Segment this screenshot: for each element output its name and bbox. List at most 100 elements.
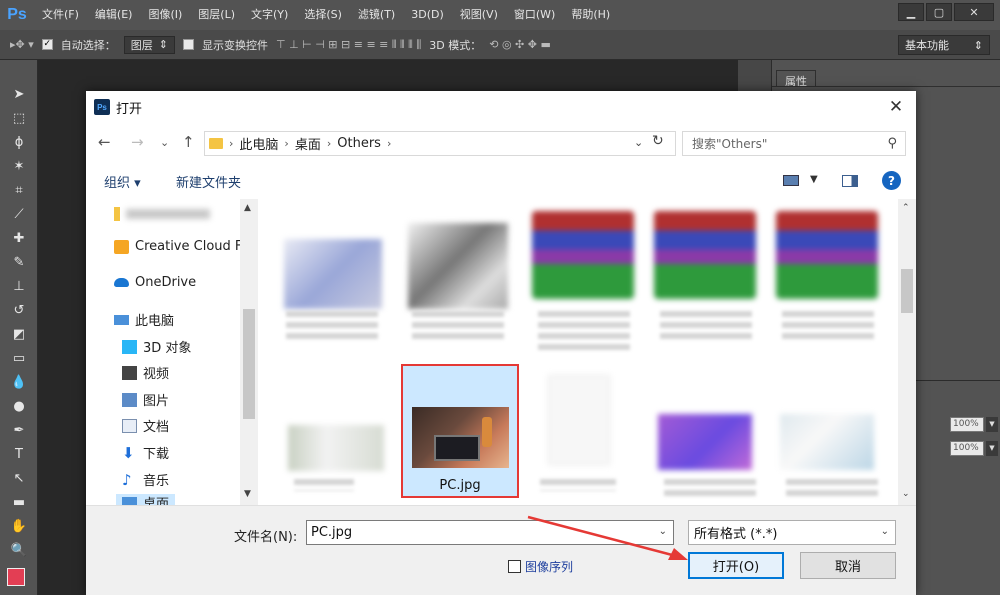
chevron-down-icon[interactable]: ▼ (986, 417, 998, 432)
menu-help[interactable]: 帮助(H) (563, 0, 618, 30)
archive-file-icon[interactable] (532, 211, 634, 299)
image-sequence-option[interactable]: 图像序列 (508, 558, 573, 575)
file-thumbnail-blurred[interactable] (658, 414, 752, 470)
dodge-tool-icon[interactable]: ● (0, 394, 38, 418)
archive-file-icon[interactable] (654, 211, 756, 299)
view-mode-icon[interactable] (783, 175, 799, 186)
nav-item-onedrive[interactable]: OneDrive (114, 275, 196, 290)
address-bar[interactable]: › 此电脑 › 桌面 › Others › (204, 131, 676, 156)
breadcrumb-separator-icon[interactable]: › (327, 137, 331, 150)
menu-filter[interactable]: 滤镜(T) (350, 0, 403, 30)
move-tool-icon[interactable]: ➤ (0, 82, 38, 106)
document-file-icon[interactable] (548, 375, 610, 465)
file-list-scroll-thumb[interactable] (901, 269, 913, 313)
menu-window[interactable]: 窗口(W) (506, 0, 563, 30)
file-thumbnail-blurred[interactable] (288, 425, 384, 471)
restore-button[interactable]: ▢ (926, 3, 952, 21)
menu-edit[interactable]: 编辑(E) (87, 0, 141, 30)
help-icon[interactable]: ? (882, 171, 901, 190)
menu-3d[interactable]: 3D(D) (403, 0, 452, 30)
menu-type[interactable]: 文字(Y) (243, 0, 296, 30)
file-thumbnail-blurred[interactable] (284, 239, 382, 309)
breadcrumb-separator-icon[interactable]: › (387, 137, 391, 150)
3d-mode-icons[interactable]: ⟲ ◎ ✣ ✥ ▬ (489, 38, 551, 51)
nav-item-3d-objects[interactable]: 3D 对象 (122, 337, 191, 356)
healing-brush-icon[interactable]: ✚ (0, 226, 38, 250)
nav-item-desktop[interactable]: 桌面 (116, 494, 176, 505)
nav-item-downloads[interactable]: ⬇ 下载 (122, 443, 169, 462)
nav-item-music[interactable]: ♪ 音乐 (122, 470, 169, 489)
archive-file-icon[interactable] (776, 211, 878, 299)
eyedropper-icon[interactable]: ⟋ (0, 202, 38, 226)
address-dropdown-icon[interactable]: ⌄ (634, 136, 643, 149)
chevron-down-icon[interactable]: ▼ (986, 441, 998, 456)
preview-pane-icon[interactable] (842, 175, 858, 187)
fill-field[interactable]: 100% (950, 441, 984, 456)
nav-item-documents[interactable]: 文档 (122, 416, 169, 435)
file-thumbnail-blurred[interactable] (780, 414, 874, 470)
brush-tool-icon[interactable]: ✎ (0, 250, 38, 274)
align-icons[interactable]: ⊤ ⊥ ⊢ ⊣ ⊞ ⊟ ≡ ≡ ≡ ⫴ ⫴ ⫴ ⫼ (276, 38, 421, 52)
nav-item-pictures[interactable]: 图片 (122, 390, 169, 409)
refresh-icon[interactable]: ↻ (652, 133, 664, 149)
view-dropdown-icon[interactable]: ▼ (810, 174, 818, 185)
close-window-button[interactable]: ✕ (954, 3, 994, 21)
history-brush-icon[interactable]: ↺ (0, 298, 38, 322)
minimize-button[interactable]: ▁ (898, 3, 924, 21)
crop-tool-icon[interactable]: ⌗ (0, 178, 38, 202)
breadcrumb-this-pc[interactable]: 此电脑 (239, 134, 278, 153)
chevron-down-icon[interactable]: ⌄ (659, 526, 667, 537)
filename-input[interactable]: PC.jpg ⌄ (306, 520, 674, 545)
auto-select-checkbox[interactable]: ✓ (41, 39, 53, 50)
foreground-color-swatch[interactable] (7, 568, 25, 586)
close-icon[interactable]: ✕ (886, 97, 906, 117)
file-thumbnail-blurred[interactable] (408, 223, 508, 309)
new-folder-button[interactable]: 新建文件夹 (176, 172, 241, 191)
type-tool-icon[interactable]: T (0, 442, 38, 466)
zoom-tool-icon[interactable]: 🔍 (0, 538, 38, 562)
move-tool-icon[interactable]: ▸✥ ▾ (10, 38, 34, 51)
opacity-field[interactable]: 100% (950, 417, 984, 432)
organize-button[interactable]: 组织 ▾ (104, 172, 141, 191)
blur-tool-icon[interactable]: 💧 (0, 370, 38, 394)
file-item-pc-jpg[interactable]: PC.jpg (401, 364, 519, 498)
nav-item-videos[interactable]: 视频 (122, 363, 169, 382)
nav-scrollbar[interactable]: ▲ ▼ (240, 199, 258, 505)
scroll-down-icon[interactable]: ▼ (244, 489, 251, 499)
nav-scroll-thumb[interactable] (243, 309, 255, 419)
marquee-tool-icon[interactable]: ⬚ (0, 106, 38, 130)
lasso-tool-icon[interactable]: ϕ (0, 130, 38, 154)
menu-select[interactable]: 选择(S) (296, 0, 350, 30)
up-icon[interactable]: ↑ (182, 133, 195, 151)
forward-icon[interactable]: → (131, 133, 144, 151)
scroll-up-icon[interactable]: ⌃ (902, 203, 910, 213)
menu-layer[interactable]: 图层(L) (190, 0, 243, 30)
breadcrumb-separator-icon[interactable]: › (284, 137, 288, 150)
path-select-icon[interactable]: ↖ (0, 466, 38, 490)
nav-item-this-pc[interactable]: 此电脑 (114, 310, 174, 329)
recent-chevron-icon[interactable]: ⌄ (160, 136, 169, 149)
search-icon[interactable]: ⚲ (887, 136, 897, 151)
search-input[interactable]: 搜索"Others" ⚲ (682, 131, 906, 156)
shape-tool-icon[interactable]: ▬ (0, 490, 38, 514)
breadcrumb-desktop[interactable]: 桌面 (295, 134, 321, 153)
nav-item-blurred[interactable] (114, 207, 210, 221)
show-transform-checkbox[interactable] (182, 39, 194, 50)
breadcrumb-separator-icon[interactable]: › (229, 137, 233, 150)
menu-file[interactable]: 文件(F) (34, 0, 87, 30)
gradient-tool-icon[interactable]: ▭ (0, 346, 38, 370)
hand-tool-icon[interactable]: ✋ (0, 514, 38, 538)
eraser-tool-icon[interactable]: ◩ (0, 322, 38, 346)
nav-item-creative-cloud[interactable]: Creative Cloud F (114, 239, 242, 254)
breadcrumb-others[interactable]: Others (337, 136, 381, 151)
cancel-button[interactable]: 取消 (800, 552, 896, 579)
auto-select-dropdown[interactable]: 图层 ⇕ (123, 35, 175, 54)
menu-view[interactable]: 视图(V) (452, 0, 506, 30)
scroll-down-icon[interactable]: ⌄ (902, 489, 910, 499)
workspace-dropdown[interactable]: 基本功能 ⇕ (898, 35, 990, 55)
pen-tool-icon[interactable]: ✒ (0, 418, 38, 442)
image-sequence-checkbox[interactable] (508, 560, 521, 573)
open-button[interactable]: 打开(O) (688, 552, 784, 579)
magic-wand-icon[interactable]: ✶ (0, 154, 38, 178)
file-type-select[interactable]: 所有格式 (*.*) ⌄ (688, 520, 896, 545)
